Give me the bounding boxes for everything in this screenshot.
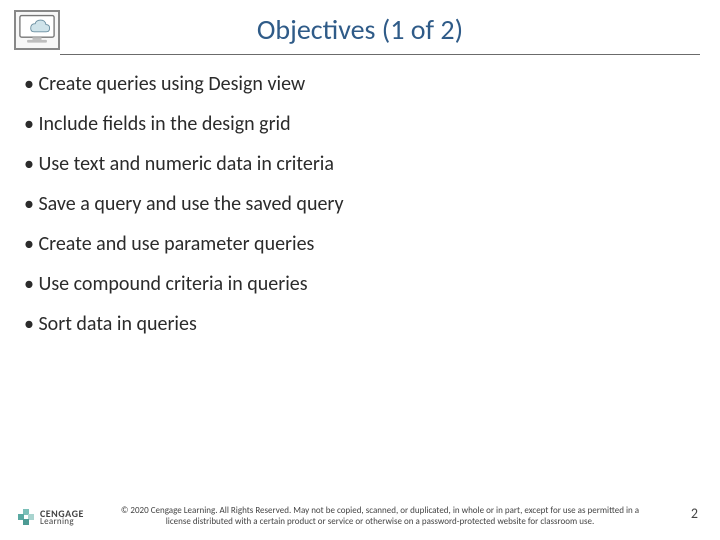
slide: Objectives (1 of 2) Create queries using…: [0, 0, 720, 540]
list-item: Use text and numeric data in criteria: [24, 152, 680, 176]
list-item: Create queries using Design view: [24, 72, 680, 96]
page-number: 2: [691, 505, 698, 522]
slide-title: Objectives (1 of 2): [0, 12, 720, 47]
list-item: Sort data in queries: [24, 312, 680, 336]
title-underline: [60, 54, 700, 55]
brand-logo: CENGAGE Learning: [18, 509, 84, 526]
copyright-text: © 2020 Cengage Learning. All Rights Rese…: [120, 506, 640, 528]
list-item: Create and use parameter queries: [24, 232, 680, 256]
list-item: Include fields in the design grid: [24, 112, 680, 136]
list-item: Save a query and use the saved query: [24, 192, 680, 216]
objectives-list: Create queries using Design view Include…: [24, 72, 680, 352]
list-item: Use compound criteria in queries: [24, 272, 680, 296]
brand-mark-icon: [18, 509, 34, 525]
